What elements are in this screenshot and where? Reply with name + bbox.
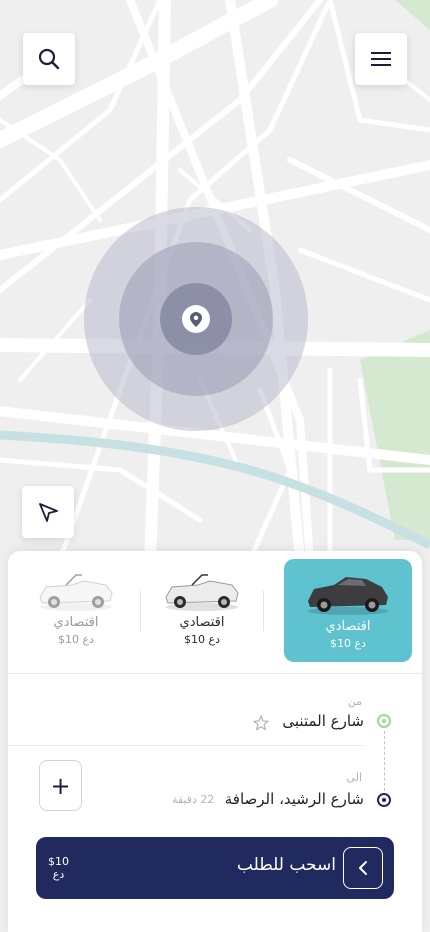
- vehicle-name: اقتصادي: [325, 619, 371, 634]
- order-price-amount: $10: [48, 855, 69, 868]
- from-label: من: [347, 695, 362, 708]
- add-stop-button[interactable]: +: [39, 760, 82, 811]
- locate-me-button[interactable]: [22, 486, 74, 538]
- vehicle-price: $10 دع: [58, 633, 94, 646]
- vehicle-name: اقتصادي: [179, 615, 225, 630]
- star-icon[interactable]: [253, 715, 269, 731]
- sports-car-image: [308, 577, 388, 615]
- order-price-currency: دع: [52, 868, 65, 881]
- menu-button[interactable]: [355, 33, 407, 85]
- vehicle-price: $10 دع: [330, 637, 366, 650]
- search-button[interactable]: [23, 33, 75, 85]
- divider: [140, 591, 141, 631]
- location-marker: [182, 305, 210, 333]
- to-address[interactable]: شارع الرشيد، الرصافة: [225, 790, 364, 808]
- from-address[interactable]: شارع المتنبى: [282, 712, 364, 730]
- destination-point-icon: [377, 793, 391, 807]
- swipe-handle[interactable]: [343, 847, 383, 889]
- ride-request-sheet: اقتصادي $10 دع اقتصادي $10 دع اقتصادي $1…: [8, 551, 422, 932]
- to-label: الى: [346, 771, 362, 784]
- start-point-icon: [377, 714, 391, 728]
- order-price: $10 دع: [48, 855, 69, 881]
- route-connector: [384, 731, 385, 791]
- location-pin-icon: [190, 311, 202, 327]
- eta-text: 22 دقيقة: [172, 793, 215, 806]
- convertible-car-image: [165, 574, 239, 611]
- chevron-left-icon: [359, 861, 367, 875]
- search-icon: [38, 48, 60, 70]
- vehicle-name: اقتصادي: [53, 615, 99, 630]
- swipe-to-order-bar[interactable]: اسحب للطلب $10 دع: [36, 837, 394, 899]
- route-divider: [8, 745, 364, 746]
- vehicle-price: $10 دع: [184, 633, 220, 646]
- hamburger-menu-icon: [371, 52, 391, 66]
- swipe-to-order-label: اسحب للطلب: [236, 855, 336, 875]
- convertible-car-image: [39, 574, 113, 611]
- section-divider: [8, 673, 422, 674]
- vehicle-option[interactable]: اقتصادي $10 دع: [12, 559, 140, 662]
- vehicle-option-selected[interactable]: اقتصادي $10 دع: [284, 559, 412, 662]
- vehicle-option[interactable]: اقتصادي $10 دع: [138, 559, 266, 662]
- navigation-arrow-icon: [39, 503, 58, 522]
